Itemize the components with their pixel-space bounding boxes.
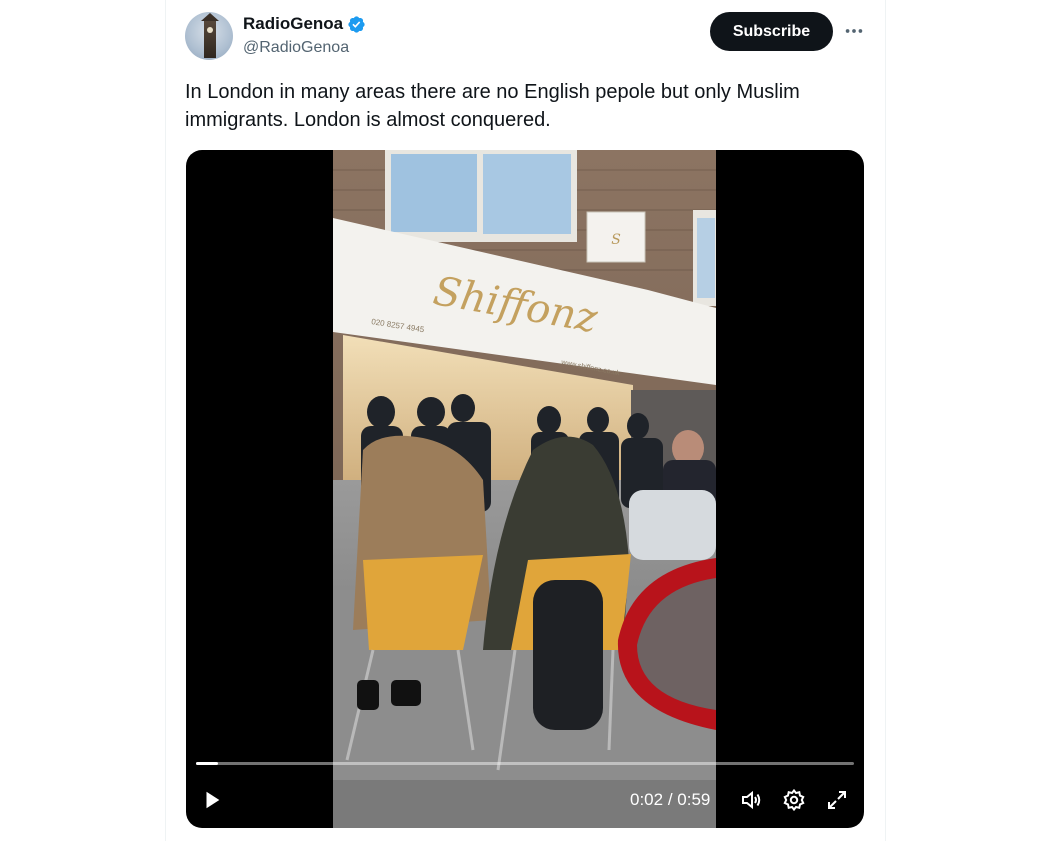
more-options-icon[interactable] — [842, 20, 866, 42]
video-time: 0:02 / 0:59 — [630, 790, 710, 810]
author-handle[interactable]: @RadioGenoa — [243, 39, 349, 57]
tweet-text: In London in many areas there are no Eng… — [185, 81, 800, 131]
verified-badge-icon — [348, 15, 365, 33]
time-separator: / — [667, 790, 673, 809]
progress-bar[interactable] — [196, 762, 854, 765]
author-avatar[interactable] — [185, 12, 233, 60]
volume-icon[interactable] — [737, 786, 765, 814]
author-display-name[interactable]: RadioGenoa — [243, 14, 343, 34]
duration: 0:59 — [677, 790, 711, 809]
progress-fill — [196, 762, 219, 765]
video-thumbnail: S Shiffonz 020 8257 4945 www.shiffonz.co… — [333, 150, 716, 828]
tower-image — [201, 13, 219, 58]
current-time: 0:02 — [630, 790, 664, 809]
settings-icon[interactable] — [780, 786, 808, 814]
subscribe-button[interactable]: Subscribe — [710, 12, 833, 51]
video-frame[interactable]: S Shiffonz 020 8257 4945 www.shiffonz.co… — [333, 150, 716, 828]
video-player[interactable]: S Shiffonz 020 8257 4945 www.shiffonz.co… — [186, 150, 864, 828]
play-icon[interactable] — [198, 786, 226, 814]
author-name-row[interactable]: RadioGenoa — [243, 14, 366, 34]
svg-text:S: S — [611, 232, 621, 248]
fullscreen-icon[interactable] — [823, 786, 851, 814]
video-controls: 0:02 / 0:59 — [186, 748, 864, 828]
